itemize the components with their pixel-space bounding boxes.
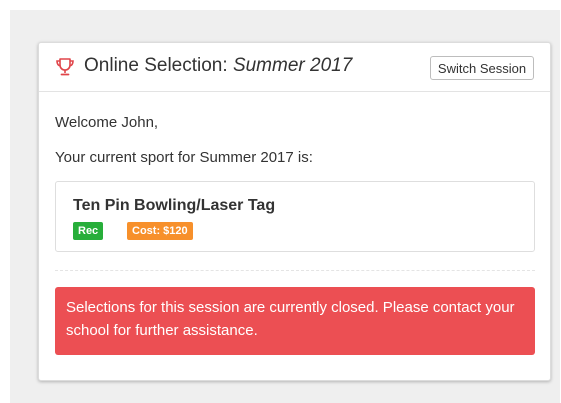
closed-alert: Selections for this session are currentl… [55,287,535,355]
trophy-icon [55,57,75,77]
card-header: Online Selection: Summer 2017 Switch Ses… [39,43,550,92]
welcome-text: Welcome John, [55,114,159,131]
rec-badge: Rec [73,222,104,240]
selection-card: Online Selection: Summer 2017 Switch Ses… [38,42,551,381]
divider [55,270,535,271]
session-name: Summer 2017 [232,55,353,76]
title-prefix: Online Selection: [84,55,228,76]
cost-badge: Cost: $120 [127,222,193,240]
sport-panel: Ten Pin Bowling/Laser Tag Rec Cost: $120 [55,181,535,252]
current-sport-text: Your current sport for Summer 2017 is: [55,149,313,166]
sport-name: Ten Pin Bowling/Laser Tag [73,197,276,214]
switch-session-button[interactable]: Switch Session [430,56,534,80]
page-title: Online Selection: Summer 2017 [84,55,352,77]
